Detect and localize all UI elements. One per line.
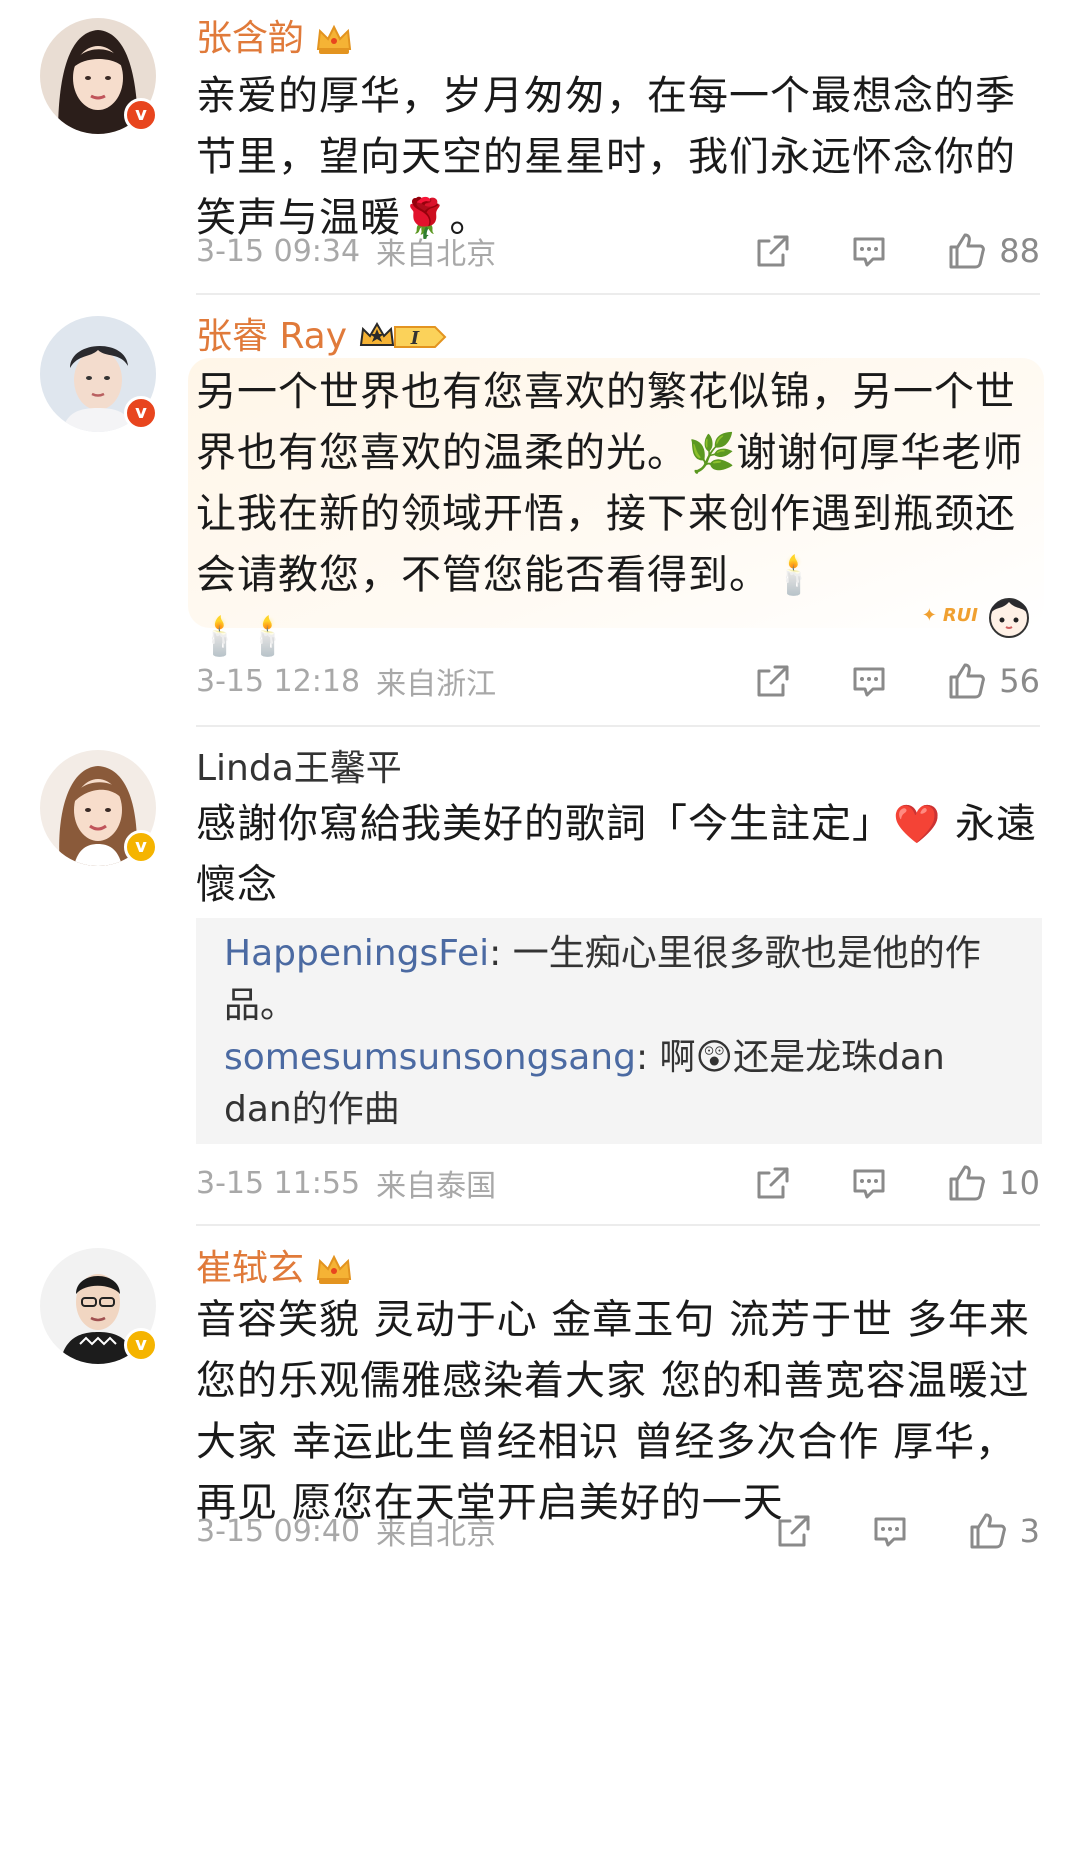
thumbs-up-icon (970, 1513, 1006, 1549)
comment-icon (874, 1517, 906, 1547)
timestamp: 3-15 11:55 (196, 1165, 361, 1201)
repost-button[interactable] (774, 1511, 814, 1551)
share-icon (757, 665, 789, 697)
reply-item[interactable]: HappeningsFei: 一生痴心里很多歌也是他的作品。 (196, 928, 1042, 1032)
timestamp: 3-15 12:18 (196, 663, 361, 699)
comment-icon (853, 1169, 885, 1199)
like-count: 3 (1019, 1512, 1040, 1550)
astonished-face-icon: 😲 (695, 1037, 734, 1078)
reply-username[interactable]: somesumsunsongsang (224, 1037, 636, 1078)
reply-text: : 啊 (635, 1037, 696, 1078)
share-icon (757, 1167, 789, 1199)
crown-icon (314, 21, 354, 57)
crown-icon (314, 1251, 354, 1287)
comment-meta: 3-15 09:40 来自北京 3 (196, 1506, 1040, 1556)
share-icon (757, 235, 789, 267)
location: 来自北京 (376, 237, 497, 272)
comment-icon (853, 237, 885, 267)
like-button[interactable]: 10 (945, 1161, 1040, 1205)
comment-button[interactable] (849, 1163, 889, 1203)
verified-badge-icon: v (124, 830, 158, 864)
repost-button[interactable] (753, 231, 793, 271)
heart-icon: ❤️ (893, 802, 942, 846)
divider (196, 1224, 1040, 1226)
username[interactable]: 崔轼玄 (196, 1246, 354, 1292)
timestamp: 3-15 09:34 (196, 233, 361, 269)
comment-button[interactable] (870, 1511, 910, 1551)
comment-meta: 3-15 12:18 来自浙江 56 (196, 656, 1040, 706)
comment-button[interactable] (849, 231, 889, 271)
like-button[interactable]: 88 (945, 229, 1040, 273)
like-button[interactable]: 3 (966, 1509, 1040, 1553)
reply-box[interactable]: HappeningsFei: 一生痴心里很多歌也是他的作品。 somesumsu… (196, 918, 1042, 1144)
verified-badge-icon: v (124, 396, 158, 430)
divider (196, 293, 1040, 295)
username[interactable]: 张含韵 (196, 16, 354, 62)
username[interactable]: 张睿 Ray I (196, 314, 449, 360)
comment-feed: v 张含韵 亲爱的厚华，岁月匆匆，在每一个最想念的季节里，望向天空的星星时，我们… (0, 0, 1080, 1856)
leaf-icon: 🌿 (688, 431, 737, 475)
comment-meta: 3-15 11:55 来自泰国 10 (196, 1158, 1040, 1208)
comment-text: 感謝你寫給我美好的歌詞「今生註定」❤️ 永遠懷念 (196, 801, 1038, 908)
like-count: 10 (999, 1164, 1040, 1202)
location: 来自浙江 (376, 667, 497, 702)
reply-item[interactable]: somesumsunsongsang: 啊😲还是龙珠dan dan的作曲 (196, 1032, 1042, 1136)
location: 来自泰国 (376, 1169, 497, 1204)
thumbs-up-icon (949, 1165, 986, 1201)
divider (196, 725, 1040, 727)
comment-text: 音容笑貌 灵动于心 金章玉句 流芳于世 多年来 您的乐观儒雅感染着大家 您的和善… (196, 1297, 1030, 1526)
comment-icon (853, 667, 885, 697)
like-count: 88 (999, 232, 1040, 270)
repost-button[interactable] (753, 661, 793, 701)
avatar[interactable]: v (40, 750, 158, 866)
verified-badge-icon: v (124, 1328, 158, 1362)
location: 来自北京 (376, 1517, 497, 1552)
comment-button[interactable] (849, 661, 889, 701)
like-count: 56 (999, 662, 1040, 700)
avatar[interactable]: v (40, 1248, 158, 1364)
avatar[interactable]: v (40, 18, 158, 134)
comment-meta: 3-15 09:34 来自北京 88 (196, 226, 1040, 276)
repost-button[interactable] (753, 1163, 793, 1203)
verified-badge-icon: v (124, 98, 158, 132)
svg-text:I: I (410, 328, 420, 349)
candle-icon: 🕯️🕯️ (196, 614, 293, 658)
reply-username[interactable]: HappeningsFei (224, 933, 489, 974)
vip-level-icon: I (357, 319, 449, 355)
username[interactable]: Linda王馨平 (196, 746, 402, 792)
timestamp: 3-15 09:40 (196, 1513, 361, 1549)
candle-icon: 🕯️ (770, 553, 819, 597)
like-button[interactable]: 56 (945, 659, 1040, 703)
comment-text: 亲爱的厚华，岁月匆匆，在每一个最想念的季节里，望向天空的星星时，我们永远怀念你的… (196, 73, 1016, 241)
share-icon (778, 1515, 810, 1547)
thumbs-up-icon (949, 663, 986, 699)
comment-text: 另一个世界也有您喜欢的繁花似锦，另一个世界也有您喜欢的温柔的光。🌿谢谢何厚华老师… (196, 369, 1024, 658)
avatar[interactable]: v (40, 316, 158, 432)
thumbs-up-icon (949, 233, 986, 269)
